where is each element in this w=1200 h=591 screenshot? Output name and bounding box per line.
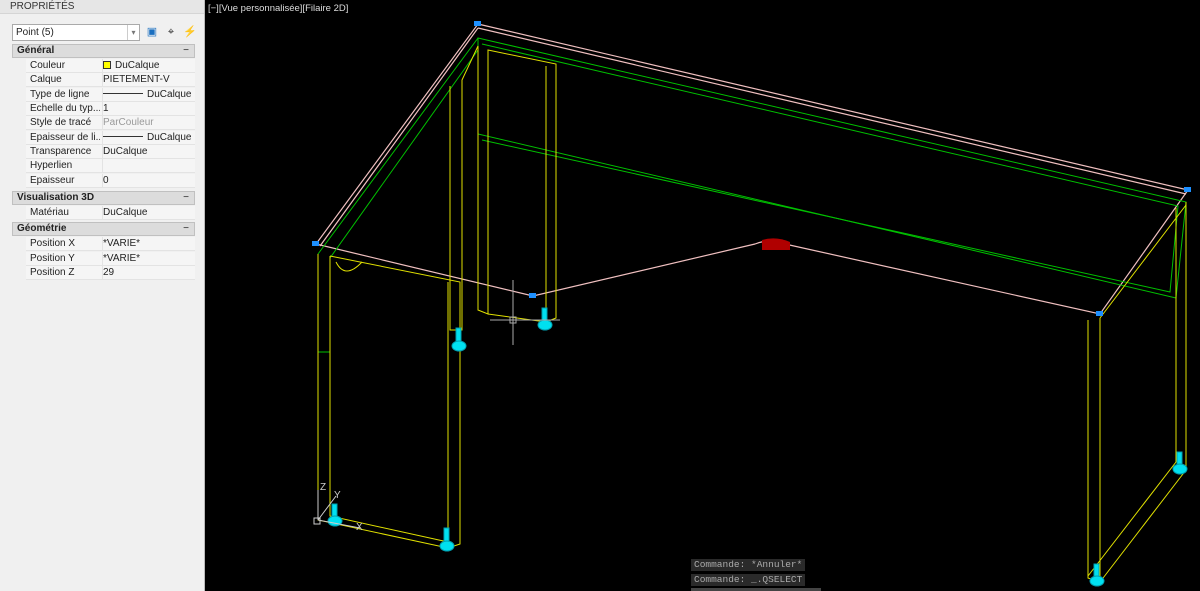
lineweight-sample (103, 136, 143, 137)
prop-value: ParCouleur (102, 116, 195, 130)
command-history-line: Commande: _.QSELECT (691, 574, 806, 586)
quick-select-icon[interactable]: ⚡ (183, 25, 197, 39)
selection-dropdown[interactable]: Point (5) ▾ (12, 24, 140, 41)
collapse-icon[interactable]: − (183, 192, 189, 204)
linetype-sample (103, 93, 143, 94)
prop-row[interactable]: Matériau DuCalque (26, 206, 195, 221)
prop-label: Position Z (30, 267, 75, 278)
prop-label: Echelle du typ... (30, 103, 100, 114)
prop-label: Transparence (30, 146, 92, 157)
prop-row[interactable]: Hyperlien (26, 159, 195, 174)
prop-value (102, 159, 195, 173)
command-history-line: Commande: *Annuler* (691, 559, 806, 571)
crosshair-cursor (490, 280, 560, 345)
prop-label: Epaisseur de li... (30, 132, 100, 143)
section-geometrie[interactable]: Géométrie − (12, 222, 195, 236)
prop-label: Epaisseur (30, 175, 75, 186)
grip-points (312, 21, 1191, 316)
prop-row[interactable]: Position X *VARIE* (26, 237, 195, 252)
section-general[interactable]: Général − (12, 44, 195, 58)
prop-row[interactable]: Echelle du typ... 1 (26, 102, 195, 117)
collapse-icon[interactable]: − (183, 45, 189, 57)
section-visualisation-3d[interactable]: Visualisation 3D − (12, 191, 195, 205)
prop-label: Position Y (30, 253, 75, 264)
viewport-controls-label[interactable]: [−][Vue personnalisée][Filaire 2D] (208, 3, 348, 14)
prop-value: 0 (102, 174, 195, 188)
section-title: Général (17, 45, 55, 56)
prop-value: *VARIE* (102, 252, 195, 266)
selected-region (762, 238, 790, 250)
prop-label: Type de ligne (30, 89, 90, 100)
prop-row[interactable]: Position Z 29 (26, 266, 195, 281)
ucs-z-label: Z (320, 482, 326, 493)
prop-value: DuCalque (102, 145, 195, 159)
collapse-icon[interactable]: − (183, 223, 189, 235)
prop-row[interactable]: Type de ligne DuCalque (26, 88, 195, 103)
panel-title: PROPRIÉTÉS (0, 0, 204, 14)
prop-row[interactable]: Calque PIETEMENT-V (26, 73, 195, 88)
prop-label: Style de tracé (30, 117, 92, 128)
selection-value: Point (5) (16, 27, 54, 38)
ucs-x-label: X (356, 522, 363, 533)
prop-value: DuCalque (147, 132, 192, 143)
legs-yellow (317, 45, 1187, 583)
ucs-y-label: Y (334, 490, 341, 501)
chevron-down-icon[interactable]: ▾ (127, 25, 139, 40)
prop-value: PIETEMENT-V (102, 73, 195, 87)
prop-label: Calque (30, 74, 62, 85)
prop-value: DuCalque (102, 206, 195, 220)
prop-row[interactable]: Transparence DuCalque (26, 145, 195, 160)
prop-row[interactable]: Epaisseur de li... DuCalque (26, 131, 195, 146)
drawing-viewport[interactable]: Z Y X (205, 0, 1200, 591)
prop-row[interactable]: Position Y *VARIE* (26, 252, 195, 267)
prop-row[interactable]: Epaisseur 0 (26, 174, 195, 189)
prop-value: DuCalque (115, 60, 160, 71)
section-title: Visualisation 3D (17, 192, 95, 203)
prop-value: 29 (102, 266, 195, 280)
prop-value: *VARIE* (102, 237, 195, 251)
prop-row[interactable]: Couleur DuCalque (26, 59, 195, 74)
feet-markers (327, 307, 1188, 587)
prop-value: 1 (102, 102, 195, 116)
section-title: Géométrie (17, 223, 67, 234)
prop-label: Matériau (30, 207, 69, 218)
color-swatch-icon (103, 61, 111, 69)
prop-label: Hyperlien (30, 160, 73, 171)
prop-value: DuCalque (147, 89, 192, 100)
prop-label: Position X (30, 238, 76, 249)
select-objects-icon[interactable]: ⌖ (164, 25, 178, 39)
prop-label: Couleur (30, 60, 66, 71)
toggle-pickadd-icon[interactable]: ▣ (145, 25, 159, 39)
properties-panel: PROPRIÉTÉS Point (5) ▾ ▣ ⌖ ⚡ Général − Cou… (0, 0, 205, 591)
prop-row[interactable]: Style de tracé ParCouleur (26, 116, 195, 131)
